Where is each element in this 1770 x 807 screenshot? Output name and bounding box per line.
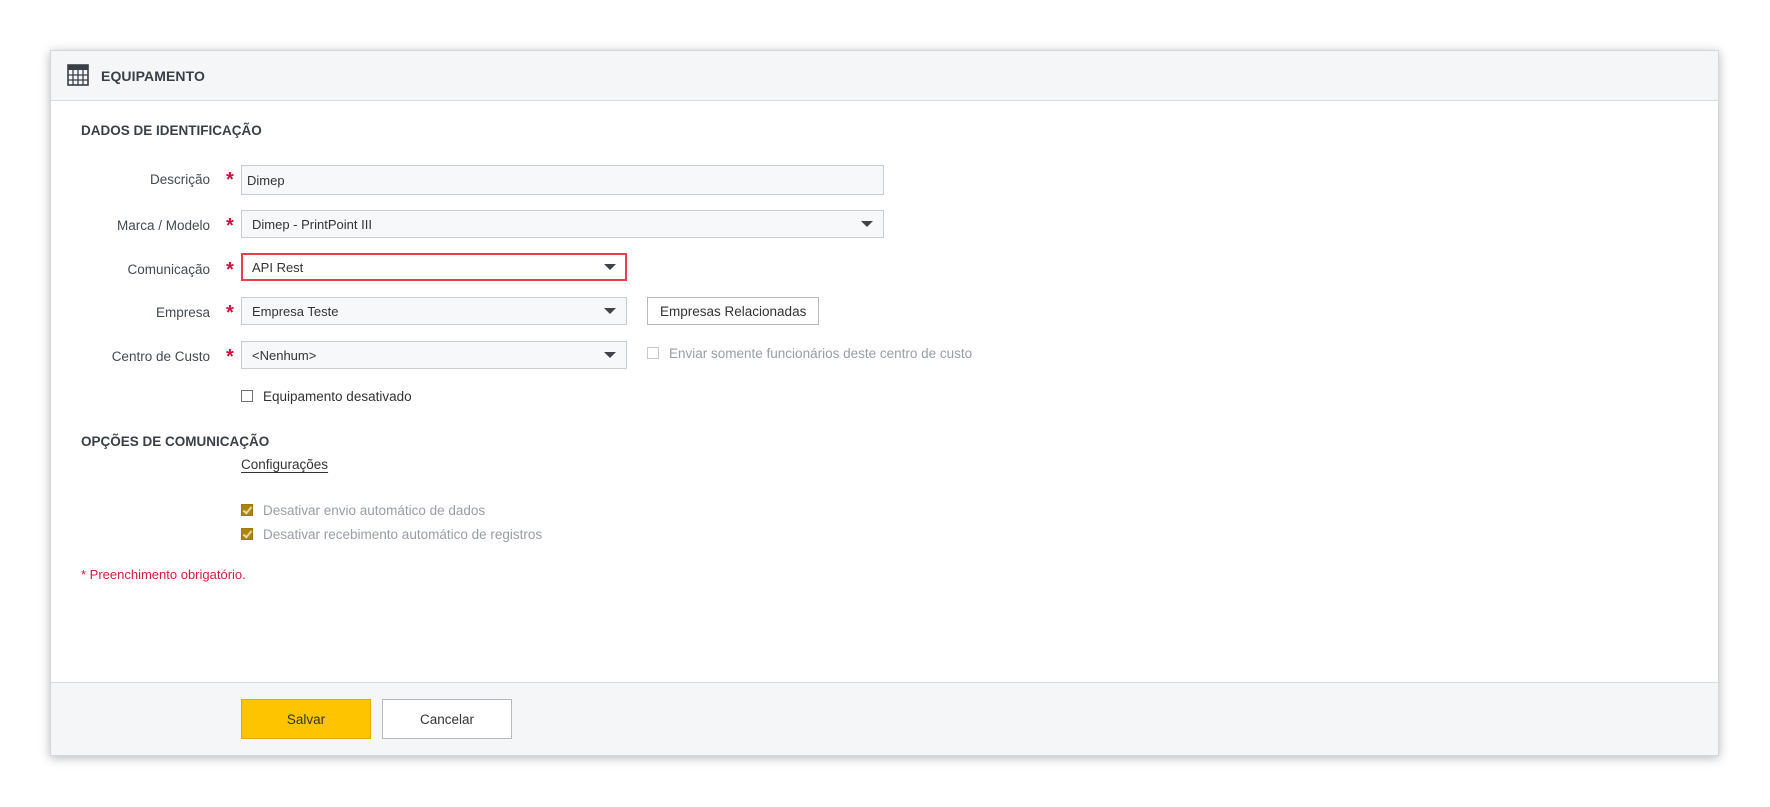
centro-custo-required-mark: * [226, 346, 234, 368]
panel-footer: Salvar Cancelar [51, 682, 1718, 755]
centro-custo-value: <Nenhum> [252, 348, 317, 363]
equipment-disabled-checkbox[interactable] [241, 390, 253, 402]
disable-auto-send-checkbox[interactable] [241, 504, 253, 516]
disable-auto-receive-label: Desativar recebimento automático de regi… [263, 526, 543, 542]
marca-modelo-select[interactable]: Dimep - PrintPoint III [241, 210, 884, 238]
chevron-down-icon [861, 221, 873, 227]
disable-auto-receive-option[interactable]: Desativar recebimento automático de regi… [241, 526, 542, 542]
empresa-label: Empresa [155, 305, 210, 320]
centro-custo-label: Centro de Custo [111, 349, 210, 364]
calculator-grid-icon [67, 64, 89, 86]
empresa-required-mark: * [226, 302, 234, 324]
comunicacao-label: Comunicação [127, 262, 210, 277]
marca-modelo-value: Dimep - PrintPoint III [252, 217, 372, 232]
marca-modelo-required-mark: * [226, 215, 234, 237]
equipment-disabled-label: Equipamento desativado [263, 388, 412, 404]
section-title-identification: DADOS DE IDENTIFICAÇÃO [81, 123, 262, 138]
descricao-label: Descrição [149, 172, 210, 187]
chevron-down-icon [604, 308, 616, 314]
comunicacao-select[interactable]: API Rest [241, 253, 627, 281]
descricao-input[interactable] [241, 165, 884, 195]
equipment-disabled-option[interactable]: Equipamento desativado [241, 388, 412, 404]
save-button[interactable]: Salvar [241, 699, 371, 739]
disable-auto-send-label: Desativar envio automático de dados [263, 502, 486, 518]
only-cost-center-employees-label: Enviar somente funcionários deste centro… [669, 345, 973, 361]
comunicacao-required-mark: * [226, 259, 234, 281]
empresa-select[interactable]: Empresa Teste [241, 297, 627, 325]
panel-title: EQUIPAMENTO [101, 68, 206, 84]
only-cost-center-employees-checkbox[interactable] [647, 347, 659, 359]
panel-header: EQUIPAMENTO [51, 51, 1718, 101]
required-fields-note: * Preenchimento obrigatório. [81, 567, 246, 582]
chevron-down-icon [604, 352, 616, 358]
cancel-button[interactable]: Cancelar [382, 699, 512, 739]
disable-auto-send-option[interactable]: Desativar envio automático de dados [241, 502, 485, 518]
descricao-required-mark: * [226, 169, 234, 191]
empresa-value: Empresa Teste [252, 304, 339, 319]
only-cost-center-employees-option[interactable]: Enviar somente funcionários deste centro… [647, 345, 972, 361]
equipment-panel: EQUIPAMENTO DADOS DE IDENTIFICAÇÃO Descr… [50, 50, 1719, 756]
configurations-link[interactable]: Configurações [241, 457, 328, 472]
chevron-down-icon [604, 264, 616, 270]
comunicacao-value: API Rest [252, 260, 304, 275]
section-title-communication: OPÇÕES DE COMUNICAÇÃO [81, 434, 270, 449]
related-companies-button[interactable]: Empresas Relacionadas [647, 297, 820, 325]
centro-custo-select[interactable]: <Nenhum> [241, 341, 627, 369]
disable-auto-receive-checkbox[interactable] [241, 528, 253, 540]
marca-modelo-label: Marca / Modelo [116, 218, 210, 233]
